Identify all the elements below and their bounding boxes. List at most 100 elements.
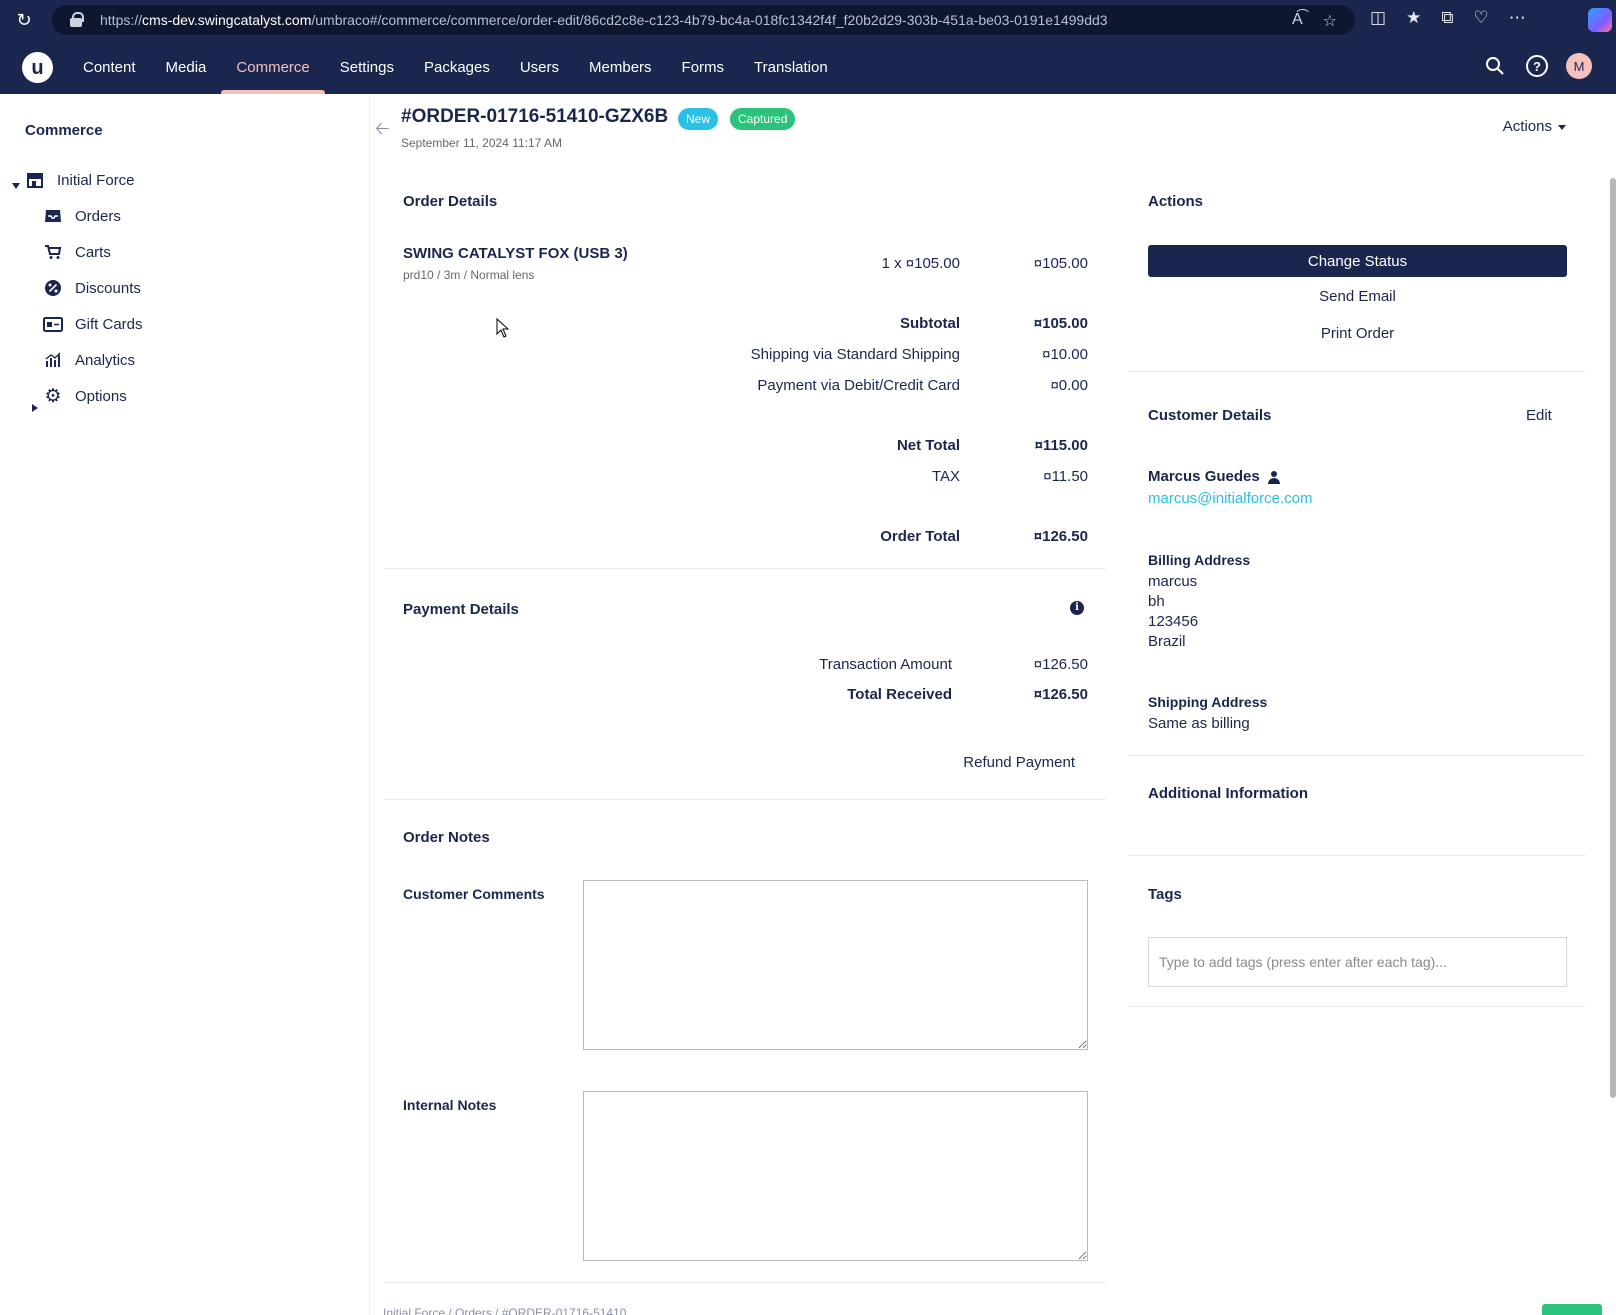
expand-caret-icon[interactable] (12, 183, 20, 189)
order-details-title: Order Details (403, 193, 498, 210)
transaction-amount-label: Transaction Amount (819, 656, 952, 673)
person-icon (1267, 470, 1280, 484)
internal-notes-label: Internal Notes (403, 1097, 497, 1113)
transaction-amount-value: ¤126.50 (1033, 656, 1088, 673)
customer-details-title: Customer Details (1148, 407, 1272, 424)
sidebar-item-options[interactable]: ⚙ Options (42, 385, 127, 407)
order-total-label: Order Total (880, 528, 960, 545)
browser-essentials-icon[interactable]: ♡ (1473, 8, 1488, 28)
shipping-label: Shipping via Standard Shipping (750, 346, 960, 363)
more-icon[interactable]: ⋯ (1509, 8, 1526, 28)
line-item-meta: prd10 / 3m / Normal lens (403, 268, 535, 282)
net-total-label: Net Total (896, 437, 960, 454)
sidebar-title: Commerce (25, 122, 103, 139)
additional-info-title: Additional Information (1148, 785, 1308, 802)
nav-users[interactable]: Users (505, 40, 574, 94)
sidebar-item-label: Orders (75, 207, 121, 225)
sidebar-item-label: Gift Cards (75, 315, 143, 333)
internal-notes-textarea[interactable] (583, 1091, 1088, 1261)
sidebar-item-label: Initial Force (57, 171, 135, 189)
discount-icon (42, 278, 64, 298)
help-icon[interactable]: ? (1526, 55, 1548, 77)
nav-media[interactable]: Media (151, 40, 222, 94)
cart-icon (42, 242, 64, 262)
reload-icon[interactable]: ↻ (14, 10, 34, 30)
breadcrumb[interactable]: Initial Force / Orders / #ORDER-01716-51… (383, 1306, 626, 1315)
chevron-down-icon (1558, 124, 1566, 130)
nav-translation[interactable]: Translation (739, 40, 843, 94)
billing-line: marcus (1148, 573, 1198, 590)
split-screen-icon[interactable]: ◫ (1370, 8, 1386, 28)
save-button[interactable] (1542, 1304, 1602, 1315)
billing-line: 123456 (1148, 613, 1199, 630)
scrollbar-thumb[interactable] (1610, 178, 1616, 1098)
address-bar[interactable]: https://cms-dev.swingcatalyst.com/umbrac… (52, 5, 1355, 35)
sidebar-item-label: Carts (75, 243, 111, 261)
send-email-button[interactable]: Send Email (1148, 288, 1567, 305)
line-item-name: SWING CATALYST FOX (USB 3) (403, 245, 628, 262)
order-total-value: ¤126.50 (1033, 528, 1088, 545)
nav-forms[interactable]: Forms (667, 40, 740, 94)
sidebar-item-label: Discounts (75, 279, 141, 297)
divider (1128, 1006, 1585, 1007)
nav-settings[interactable]: Settings (325, 40, 409, 94)
divider (384, 1282, 1106, 1283)
payment-status-badge: Captured (730, 108, 796, 130)
search-icon[interactable] (1482, 53, 1508, 79)
divider (384, 568, 1106, 569)
print-order-button[interactable]: Print Order (1148, 325, 1567, 342)
edit-customer-button[interactable]: Edit (1526, 407, 1552, 424)
order-date: September 11, 2024 11:17 AM (401, 136, 562, 150)
nav-commerce[interactable]: Commerce (221, 40, 326, 94)
sidebar-item-discounts[interactable]: Discounts (42, 278, 141, 298)
customer-comments-label: Customer Comments (403, 886, 545, 902)
shipping-value: ¤10.00 (1042, 346, 1088, 363)
change-status-button[interactable]: Change Status (1148, 245, 1567, 277)
customer-email-link[interactable]: marcus@initialforce.com (1148, 490, 1312, 507)
nav-packages[interactable]: Packages (409, 40, 505, 94)
main-nav: Content Media Commerce Settings Packages… (68, 40, 843, 94)
total-received-label: Total Received (847, 686, 952, 703)
sidebar: Commerce Initial Force Orders Carts Disc… (4, 94, 370, 1315)
avatar[interactable]: M (1566, 53, 1592, 79)
refund-payment-button[interactable]: Refund Payment (963, 754, 1075, 771)
billing-line: Brazil (1148, 633, 1186, 650)
umbraco-logo[interactable]: u (22, 52, 53, 83)
net-total-value: ¤115.00 (1034, 437, 1088, 454)
sidebar-item-label: Options (75, 387, 127, 405)
sidebar-item-label: Analytics (75, 351, 136, 369)
url-text: https://cms-dev.swingcatalyst.com/umbrac… (100, 12, 1108, 28)
copilot-icon[interactable] (1588, 8, 1612, 32)
payment-fee-label: Payment via Debit/Credit Card (757, 377, 960, 394)
read-aloud-icon[interactable]: A͡ (1292, 11, 1303, 31)
shipping-address-value: Same as billing (1148, 715, 1250, 732)
sidebar-item-carts[interactable]: Carts (42, 242, 111, 262)
analytics-icon (42, 350, 64, 370)
status-badge: New (678, 108, 719, 130)
nav-members[interactable]: Members (574, 40, 667, 94)
actions-dropdown[interactable]: Actions (1503, 118, 1566, 135)
customer-name: Marcus Guedes (1148, 468, 1280, 485)
sidebar-item-store[interactable]: Initial Force (24, 170, 135, 190)
divider (1128, 371, 1585, 372)
sidebar-item-analytics[interactable]: Analytics (42, 350, 135, 370)
favorites-icon[interactable]: ★ (1406, 8, 1421, 28)
scrollbar[interactable] (1610, 168, 1616, 1254)
tags-input[interactable]: Type to add tags (press enter after each… (1148, 937, 1567, 987)
customer-comments-textarea[interactable] (583, 880, 1088, 1050)
back-arrow-icon[interactable]: 🡠 (375, 116, 390, 146)
sidebar-item-gift-cards[interactable]: Gift Cards (42, 314, 143, 334)
collections-icon[interactable]: ⧉ (1441, 8, 1453, 28)
billing-address-title: Billing Address (1148, 552, 1251, 568)
gear-icon: ⚙ (44, 385, 62, 407)
subtotal-label: Subtotal (900, 315, 960, 332)
line-item-qty-price: 1 x ¤105.00 (881, 255, 960, 272)
favorite-star-icon[interactable]: ☆ (1323, 11, 1337, 31)
info-icon[interactable]: i (1070, 601, 1084, 615)
sidebar-item-orders[interactable]: Orders (42, 206, 121, 226)
line-item-total: ¤105.00 (1033, 255, 1088, 272)
tax-value: ¤11.50 (1043, 468, 1088, 485)
divider (1128, 755, 1585, 756)
expand-caret-icon[interactable] (32, 404, 38, 412)
nav-content[interactable]: Content (68, 40, 151, 94)
